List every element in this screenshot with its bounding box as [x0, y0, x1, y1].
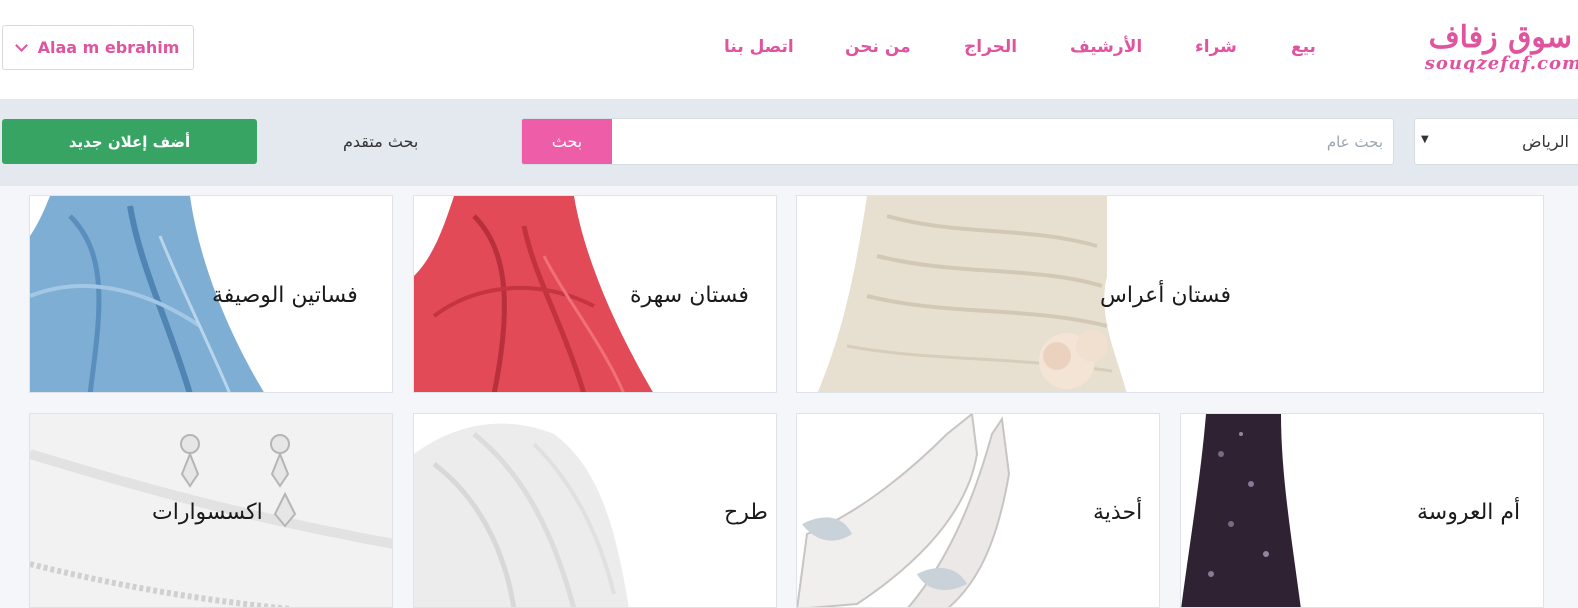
category-label: فستان أعراس	[1100, 283, 1231, 308]
mother-dress-image	[1181, 414, 1301, 607]
evening-dress-image	[414, 196, 654, 392]
category-card-bridesmaid-dresses[interactable]: فساتين الوصيفة	[29, 195, 393, 393]
category-card-accessories[interactable]: اكسسوارات	[29, 413, 393, 608]
top-header: Alaa m ebrahim اتصل بنا من نحن الحراج ال…	[0, 0, 1578, 99]
category-card-wedding-dress[interactable]: فستان أعراس	[796, 195, 1544, 393]
advanced-search-link[interactable]: بحث متقدم	[343, 132, 418, 151]
category-card-veils[interactable]: طرح	[413, 413, 777, 608]
category-label: طرح	[724, 500, 768, 525]
nav-sell[interactable]: بيع	[1291, 37, 1316, 57]
nav-contact-us[interactable]: اتصل بنا	[724, 37, 794, 57]
site-logo[interactable]: سوق زفاف souqzefaf.com	[1424, 20, 1578, 80]
search-bar: أضف إعلان جديد بحث متقدم بحث ▼ الرياض	[0, 99, 1578, 186]
category-label: أحذية	[1093, 500, 1143, 525]
category-label: اكسسوارات	[152, 500, 263, 525]
category-label: أم العروسة	[1417, 500, 1521, 525]
shoes-image	[797, 414, 1012, 607]
user-menu-button[interactable]: Alaa m ebrahim	[2, 25, 194, 70]
nav-about-us[interactable]: من نحن	[845, 37, 911, 57]
dropdown-arrow-icon: ▼	[1421, 134, 1429, 145]
search-input[interactable]	[612, 119, 1393, 164]
nav-auction[interactable]: الحراج	[964, 37, 1017, 57]
category-card-shoes[interactable]: أحذية	[796, 413, 1160, 608]
city-select[interactable]: ▼ الرياض	[1414, 118, 1578, 165]
nav-buy[interactable]: شراء	[1195, 37, 1237, 57]
add-new-ad-button[interactable]: أضف إعلان جديد	[2, 119, 257, 164]
city-select-value: الرياض	[1522, 132, 1569, 151]
wedding-dress-image	[807, 196, 1127, 392]
category-card-mother-of-bride[interactable]: أم العروسة	[1180, 413, 1544, 608]
nav-archive[interactable]: الأرشيف	[1070, 37, 1142, 57]
veil-image	[414, 414, 629, 607]
category-card-evening-dress[interactable]: فستان سهرة	[413, 195, 777, 393]
search-button[interactable]: بحث	[522, 119, 612, 164]
logo-arabic-text: سوق زفاف	[1428, 20, 1572, 55]
category-label: فستان سهرة	[630, 283, 749, 308]
search-box: بحث	[521, 118, 1394, 165]
chevron-down-icon	[14, 38, 28, 52]
category-label: فساتين الوصيفة	[212, 283, 358, 308]
user-name: Alaa m ebrahim	[37, 38, 180, 57]
logo-latin-text: souqzefaf.com	[1424, 53, 1578, 74]
